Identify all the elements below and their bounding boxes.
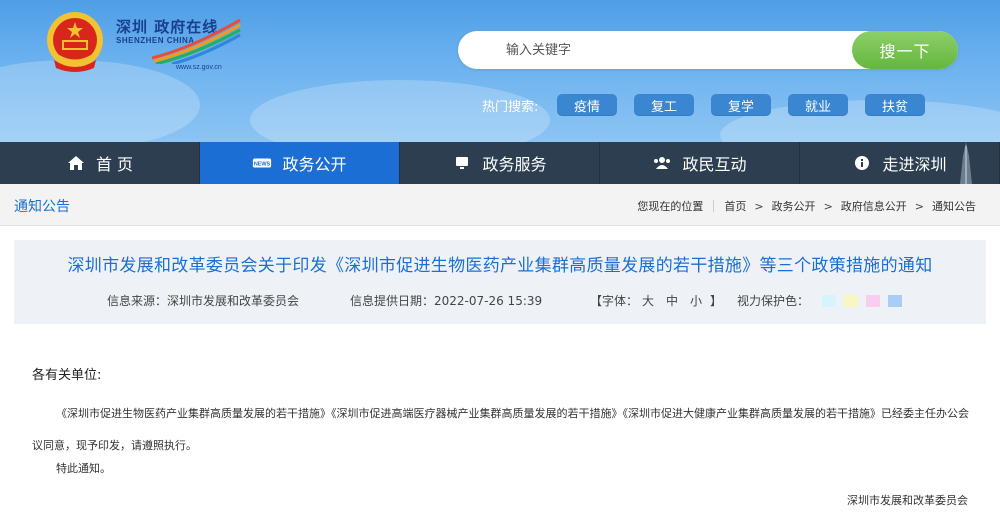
font-size-medium[interactable]: 中: [666, 292, 678, 309]
news-icon: NEWS: [252, 153, 272, 173]
breadcrumb-item-info-disclosure[interactable]: 政府信息公开: [841, 198, 907, 214]
site-header: 深圳 政府在线 SHENZHEN CHINA www.sz.gov.cn 搜一下…: [0, 0, 1000, 142]
nav-item-label: 政民互动: [682, 155, 747, 174]
nav-item-label: 政务服务: [482, 155, 547, 174]
search-button[interactable]: 搜一下: [852, 31, 958, 69]
hot-search-label: 热门搜索:: [482, 100, 539, 115]
location-label: 您现在的位置: [637, 200, 704, 213]
eye-care-label: 视力保护色：: [737, 294, 810, 308]
article-title: 深圳市发展和改革委员会关于印发《深圳市促进生物医药产业集群高质量发展的若干措施》…: [67, 256, 933, 276]
site-logo[interactable]: 深圳 政府在线 SHENZHEN CHINA www.sz.gov.cn: [112, 14, 242, 76]
logo-url-text: www.sz.gov.cn: [176, 64, 222, 71]
people-icon: [652, 153, 672, 173]
nav-item-about-shenzhen[interactable]: 走进深圳: [800, 142, 1000, 184]
nav-item-interaction[interactable]: 政民互动: [600, 142, 800, 184]
breadcrumb-bar: 通知公告 您现在的位置 首页 > 政务公开 > 政府信息公开 > 通知公告: [0, 184, 1000, 226]
breadcrumb-item-home[interactable]: 首页: [724, 198, 746, 214]
breadcrumb-separator-icon: >: [823, 199, 833, 213]
nav-item-label: 政务公开: [282, 155, 347, 174]
nav-item-label: 走进深圳: [882, 155, 947, 174]
nav-item-services[interactable]: 政务服务: [400, 142, 600, 184]
nav-item-government-affairs[interactable]: NEWS 政务公开: [200, 142, 400, 184]
info-icon: [852, 153, 872, 173]
article-salutation: 各有关单位:: [32, 368, 102, 383]
article-closing: 特此通知。: [56, 462, 111, 475]
font-size-bracket-open: 【字体：: [590, 294, 639, 308]
eye-care-swatch-blue[interactable]: [888, 295, 902, 307]
hot-tag-epidemic[interactable]: 疫情: [557, 94, 617, 116]
logo-ribbon-icon: [152, 18, 241, 64]
article-paragraph: 《深圳市促进生物医药产业集群高质量发展的若干措施》《深圳市促进高端医疗器械产业集…: [32, 407, 969, 452]
eye-care-swatch-pink[interactable]: [866, 295, 880, 307]
tower-decoration-icon: [960, 142, 972, 184]
article-source: 信息来源：深圳市发展和改革委员会: [107, 294, 300, 308]
breadcrumb-separator-icon: >: [754, 199, 764, 213]
eye-care-swatch-yellow[interactable]: [844, 295, 858, 307]
breadcrumb-item-notices[interactable]: 通知公告: [932, 198, 976, 214]
font-size-large[interactable]: 大: [642, 292, 654, 309]
nav-item-label: 首 页: [95, 155, 134, 174]
section-title: 通知公告: [14, 199, 70, 215]
article-header: 深圳市发展和改革委员会关于印发《深圳市促进生物医药产业集群高质量发展的若干措施》…: [14, 240, 986, 324]
home-icon: [66, 153, 86, 173]
article-signoff: 深圳市发展和改革委员会: [847, 494, 968, 507]
nav-item-home[interactable]: 首 页: [0, 142, 200, 184]
breadcrumb: 您现在的位置 首页 > 政务公开 > 政府信息公开 > 通知公告: [637, 198, 976, 214]
font-size-small[interactable]: 小: [690, 292, 702, 309]
breadcrumb-item-government-affairs[interactable]: 政务公开: [772, 198, 816, 214]
search-input[interactable]: [506, 31, 846, 69]
monitor-icon: [452, 153, 472, 173]
font-size-bracket-close: 】: [710, 294, 723, 308]
search-box: 搜一下: [458, 31, 958, 69]
hot-tag-poverty-relief[interactable]: 扶贫: [865, 94, 925, 116]
hot-tag-resume-work[interactable]: 复工: [634, 94, 694, 116]
article-date: 信息提供日期：2022-07-26 15:39: [350, 294, 543, 308]
breadcrumb-separator-icon: >: [914, 199, 924, 213]
national-emblem-icon: [47, 12, 103, 72]
breadcrumb-divider: [713, 200, 715, 212]
hot-tag-resume-school[interactable]: 复学: [711, 94, 771, 116]
hot-tag-employment[interactable]: 就业: [788, 94, 848, 116]
eye-care-swatch-cyan[interactable]: [822, 295, 836, 307]
main-nav: 首 页 NEWS 政务公开 政务服务 政民互动 走进深圳: [0, 142, 1000, 184]
svg-text:NEWS: NEWS: [254, 162, 271, 168]
